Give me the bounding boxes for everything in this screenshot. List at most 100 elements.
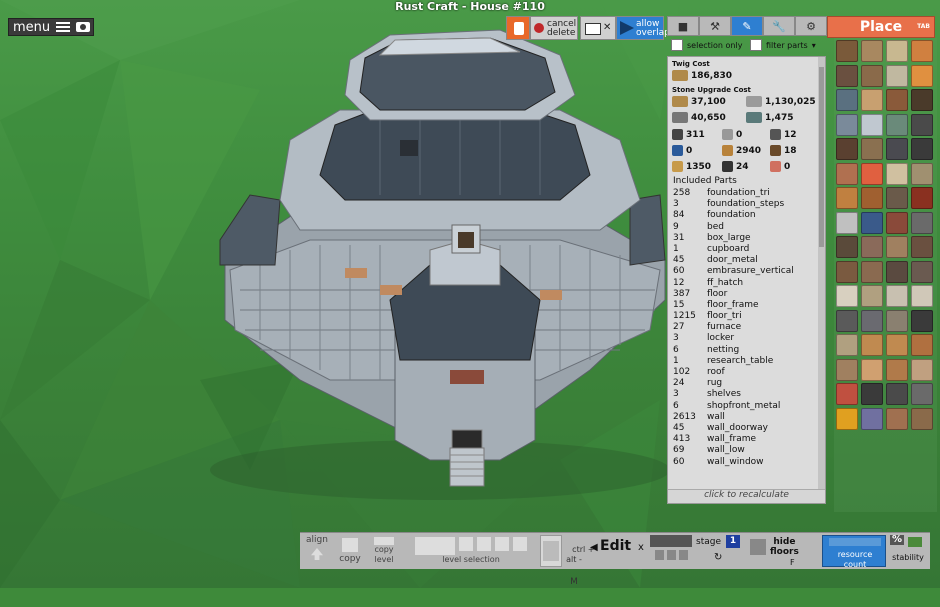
stage-refresh-icon[interactable]: ↻ <box>714 553 722 563</box>
place-item-60[interactable] <box>911 383 933 405</box>
place-item-17[interactable] <box>836 138 858 160</box>
place-item-31[interactable] <box>886 211 908 234</box>
place-item-49[interactable] <box>836 334 858 356</box>
video-toggle-button[interactable]: ✕ <box>580 16 616 40</box>
place-item-34[interactable] <box>861 236 883 258</box>
place-item-59[interactable] <box>886 383 908 405</box>
edit-value-field[interactable] <box>650 535 692 567</box>
place-item-6[interactable] <box>861 64 883 87</box>
allow-overlap-button[interactable]: allow overlap <box>616 16 670 40</box>
place-item-16[interactable] <box>911 113 933 136</box>
pencil-icon[interactable]: ✎ <box>731 16 763 36</box>
scrollbar[interactable] <box>818 57 825 503</box>
place-item-45[interactable] <box>836 309 858 332</box>
place-item-63[interactable] <box>886 407 908 430</box>
place-item-12[interactable] <box>911 89 933 111</box>
place-item-14[interactable] <box>861 113 883 136</box>
lock-icon-1[interactable] <box>654 550 664 560</box>
place-item-44[interactable] <box>911 285 933 307</box>
align-button[interactable]: align <box>300 535 334 567</box>
place-item-33[interactable] <box>836 236 858 258</box>
stair-select-button[interactable] <box>540 535 562 567</box>
place-item-9[interactable] <box>836 89 858 111</box>
place-item-62[interactable] <box>861 407 883 430</box>
place-item-32[interactable] <box>911 211 933 234</box>
edit-left-arrow-icon[interactable]: ◀ <box>590 543 598 553</box>
place-item-61[interactable] <box>836 407 858 430</box>
place-item-40[interactable] <box>911 260 933 283</box>
selection-only-checkbox[interactable]: selection only <box>671 38 742 52</box>
wrench-icon[interactable]: 🔧 <box>763 16 795 36</box>
place-item-18[interactable] <box>861 138 883 160</box>
menu-button[interactable]: menu <box>8 18 94 36</box>
copy-button[interactable]: copy <box>336 535 364 567</box>
place-item-47[interactable] <box>886 309 908 332</box>
level-cube-icon-2[interactable] <box>477 537 491 551</box>
level-cube-icon-3[interactable] <box>495 537 509 551</box>
place-item-64[interactable] <box>911 407 933 430</box>
place-item-19[interactable] <box>886 138 908 160</box>
lock-icon-3[interactable] <box>678 550 688 560</box>
place-item-43[interactable] <box>886 285 908 307</box>
filter-parts-checkbox[interactable]: filter parts ▾ <box>750 38 816 52</box>
edit-x-label[interactable]: x <box>638 543 644 553</box>
edit-label[interactable]: Edit <box>600 539 631 553</box>
place-item-53[interactable] <box>836 358 858 381</box>
place-item-21[interactable] <box>836 162 858 185</box>
place-item-26[interactable] <box>861 187 883 209</box>
place-item-38[interactable] <box>861 260 883 283</box>
place-item-28[interactable] <box>911 187 933 209</box>
stability-button[interactable]: % stability <box>888 535 928 567</box>
orange-tool-button[interactable] <box>506 16 530 40</box>
copy-level-button[interactable]: copy level <box>366 535 402 567</box>
place-item-50[interactable] <box>861 334 883 356</box>
resource-count-button[interactable]: resource count <box>822 535 886 569</box>
place-item-51[interactable] <box>886 334 908 356</box>
cancel-delete-button[interactable]: cancel delete <box>530 16 578 40</box>
recalculate-button[interactable]: click to recalculate <box>668 489 825 503</box>
level-stack-icon[interactable] <box>415 537 455 555</box>
edit-value-box[interactable] <box>650 535 692 547</box>
filter-parts-box[interactable] <box>750 39 762 51</box>
place-item-22[interactable] <box>861 162 883 185</box>
place-item-10[interactable] <box>861 89 883 111</box>
level-cube-icon-1[interactable] <box>459 537 473 551</box>
place-item-57[interactable] <box>836 383 858 405</box>
place-item-3[interactable] <box>886 40 908 62</box>
place-item-15[interactable] <box>886 113 908 136</box>
place-item-54[interactable] <box>861 358 883 381</box>
place-item-20[interactable] <box>911 138 933 160</box>
place-item-29[interactable] <box>836 211 858 234</box>
chevron-down-icon[interactable]: ▾ <box>812 41 816 50</box>
place-item-52[interactable] <box>911 334 933 356</box>
hide-floors-button[interactable]: hide floors F <box>746 535 820 567</box>
place-item-42[interactable] <box>861 285 883 307</box>
place-item-5[interactable] <box>836 64 858 87</box>
place-item-35[interactable] <box>886 236 908 258</box>
place-tab[interactable]: Place TAB <box>827 16 935 38</box>
spanner-icon[interactable]: ⚙ <box>795 16 827 36</box>
place-item-11[interactable] <box>886 89 908 111</box>
stage-value[interactable]: 1 <box>726 535 740 548</box>
place-item-39[interactable] <box>886 260 908 283</box>
hamburger-icon[interactable] <box>56 22 71 32</box>
selection-only-box[interactable] <box>671 39 683 51</box>
place-item-4[interactable] <box>911 40 933 62</box>
scrollbar-thumb[interactable] <box>819 67 824 247</box>
lock-icon-2[interactable] <box>666 550 676 560</box>
place-item-7[interactable] <box>886 64 908 87</box>
place-item-24[interactable] <box>911 162 933 185</box>
place-item-13[interactable] <box>836 113 858 136</box>
place-item-27[interactable] <box>886 187 908 209</box>
camera-icon[interactable] <box>76 22 91 32</box>
place-item-8[interactable] <box>911 64 933 87</box>
hammer-icon[interactable]: ⚒ <box>699 16 731 36</box>
place-item-1[interactable] <box>836 40 858 62</box>
place-item-2[interactable] <box>861 40 883 62</box>
place-item-55[interactable] <box>886 358 908 381</box>
place-item-25[interactable] <box>836 187 858 209</box>
level-cube-icon-4[interactable] <box>513 537 527 551</box>
place-item-58[interactable] <box>861 383 883 405</box>
place-item-23[interactable] <box>886 162 908 185</box>
place-item-46[interactable] <box>861 309 883 332</box>
